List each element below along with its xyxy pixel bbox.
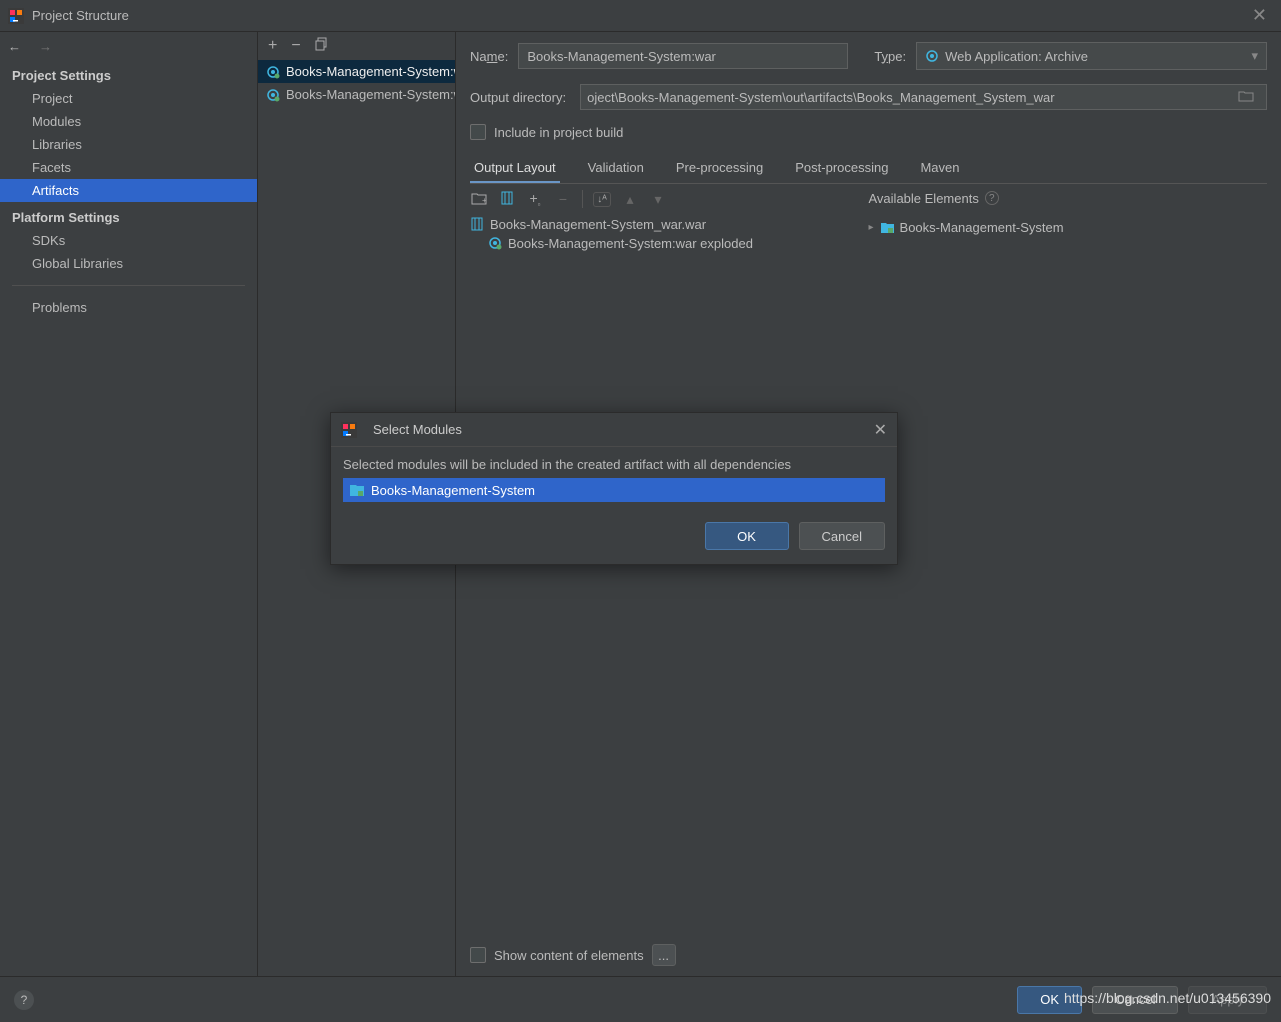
modal-title: Select Modules: [373, 422, 874, 437]
sidebar-divider: [12, 285, 245, 286]
output-layout-tree: Books-Management-System_war.war Books-Ma…: [470, 215, 869, 976]
tree-item-label: Books-Management-System:war exploded: [508, 236, 753, 251]
app-icon: [8, 8, 24, 24]
close-icon[interactable]: ✕: [1246, 5, 1273, 26]
tab-output-layout[interactable]: Output Layout: [470, 154, 560, 183]
type-label: Type:: [874, 49, 906, 64]
sidebar-heading-platform-settings: Platform Settings: [0, 202, 257, 229]
copy-icon[interactable]: [315, 37, 329, 56]
sidebar: ← → Project Settings Project Modules Lib…: [0, 32, 258, 976]
sort-icon[interactable]: ↓ᴬ: [593, 192, 611, 207]
chevron-down-icon: ▾: [1251, 48, 1258, 64]
output-dir-label: Output directory:: [470, 90, 566, 105]
module-icon: [880, 220, 894, 234]
modal-description: Selected modules will be included in the…: [343, 457, 885, 472]
down-icon[interactable]: ▾: [649, 191, 667, 208]
available-elements-label: Available Elements: [869, 191, 979, 206]
archive-icon[interactable]: [498, 191, 516, 208]
module-list-item[interactable]: Books-Management-System: [343, 478, 885, 502]
artifact-icon: [266, 88, 280, 102]
chevron-right-icon: ▸: [869, 222, 874, 233]
sidebar-item-global-libraries[interactable]: Global Libraries: [0, 252, 257, 275]
archive-file-icon: [470, 217, 484, 231]
tab-bar: Output Layout Validation Pre-processing …: [470, 154, 1267, 184]
watermark: https://blog.csdn.net/u013456390: [1064, 990, 1271, 1006]
sidebar-item-modules[interactable]: Modules: [0, 110, 257, 133]
new-folder-icon[interactable]: +: [470, 191, 488, 208]
tab-postprocessing[interactable]: Post-processing: [791, 154, 892, 183]
artifact-icon: [266, 65, 280, 79]
show-content-checkbox[interactable]: [470, 947, 486, 963]
nav-arrows: ← →: [0, 32, 257, 60]
artifact-item-label: Books-Management-System:war: [286, 64, 455, 79]
help-button[interactable]: ?: [14, 990, 34, 1010]
back-icon[interactable]: ←: [8, 39, 21, 54]
show-content-row: Show content of elements ...: [470, 944, 676, 966]
artifact-icon: [488, 236, 502, 250]
add-copy-icon[interactable]: +▫: [526, 190, 544, 209]
type-value: Web Application: Archive: [945, 49, 1088, 64]
app-icon: [341, 422, 357, 438]
separator: [582, 190, 583, 208]
type-dropdown[interactable]: Web Application: Archive ▾: [916, 42, 1267, 70]
window-title: Project Structure: [32, 8, 1246, 23]
tree-item-sub[interactable]: Books-Management-System:war exploded: [470, 234, 869, 253]
folder-icon[interactable]: [1238, 90, 1260, 105]
remove-icon[interactable]: −: [291, 37, 300, 55]
artifact-list-toolbar: + −: [258, 32, 455, 60]
artifact-icon: [925, 49, 939, 63]
tab-preprocessing[interactable]: Pre-processing: [672, 154, 767, 183]
tab-validation[interactable]: Validation: [584, 154, 648, 183]
tab-maven[interactable]: Maven: [916, 154, 963, 183]
sidebar-item-libraries[interactable]: Libraries: [0, 133, 257, 156]
modal-cancel-button[interactable]: Cancel: [799, 522, 885, 550]
output-dir-input[interactable]: oject\Books-Management-System\out\artifa…: [580, 84, 1267, 110]
available-element-label: Books-Management-System: [900, 220, 1064, 235]
sidebar-item-sdks[interactable]: SDKs: [0, 229, 257, 252]
sidebar-item-problems[interactable]: Problems: [0, 296, 257, 319]
modal-ok-button[interactable]: OK: [705, 522, 789, 550]
artifact-list-item[interactable]: Books-Management-System:war: [258, 60, 455, 83]
sidebar-item-artifacts[interactable]: Artifacts: [0, 179, 257, 202]
add-icon[interactable]: +: [268, 37, 277, 55]
titlebar: Project Structure ✕: [0, 0, 1281, 32]
remove-layout-icon[interactable]: −: [554, 191, 572, 207]
svg-text:+: +: [482, 196, 487, 205]
include-build-checkbox[interactable]: [470, 124, 486, 140]
select-modules-dialog: Select Modules ✕ Selected modules will b…: [330, 412, 898, 565]
name-label: Name:: [470, 49, 508, 64]
close-icon[interactable]: ✕: [874, 420, 887, 440]
available-elements: Available Elements ? ▸ Books-Management-…: [869, 215, 1268, 976]
tree-item-label: Books-Management-System_war.war: [490, 217, 706, 232]
sidebar-heading-project-settings: Project Settings: [0, 60, 257, 87]
show-content-label: Show content of elements: [494, 948, 644, 963]
available-element-item[interactable]: ▸ Books-Management-System: [869, 218, 1268, 237]
module-item-label: Books-Management-System: [371, 483, 535, 498]
up-icon[interactable]: ▴: [621, 191, 639, 208]
include-build-label: Include in project build: [494, 125, 623, 140]
show-content-more-button[interactable]: ...: [652, 944, 676, 966]
artifact-list-item[interactable]: Books-Management-System:war exploded: [258, 83, 455, 106]
sidebar-item-project[interactable]: Project: [0, 87, 257, 110]
sidebar-item-facets[interactable]: Facets: [0, 156, 257, 179]
help-icon[interactable]: ?: [985, 191, 999, 205]
output-dir-value: oject\Books-Management-System\out\artifa…: [587, 90, 1234, 105]
tree-item-war[interactable]: Books-Management-System_war.war: [470, 215, 869, 234]
name-input[interactable]: [518, 43, 848, 69]
artifact-item-label: Books-Management-System:war exploded: [286, 87, 455, 102]
module-icon: [349, 482, 365, 498]
forward-icon[interactable]: →: [39, 39, 52, 54]
